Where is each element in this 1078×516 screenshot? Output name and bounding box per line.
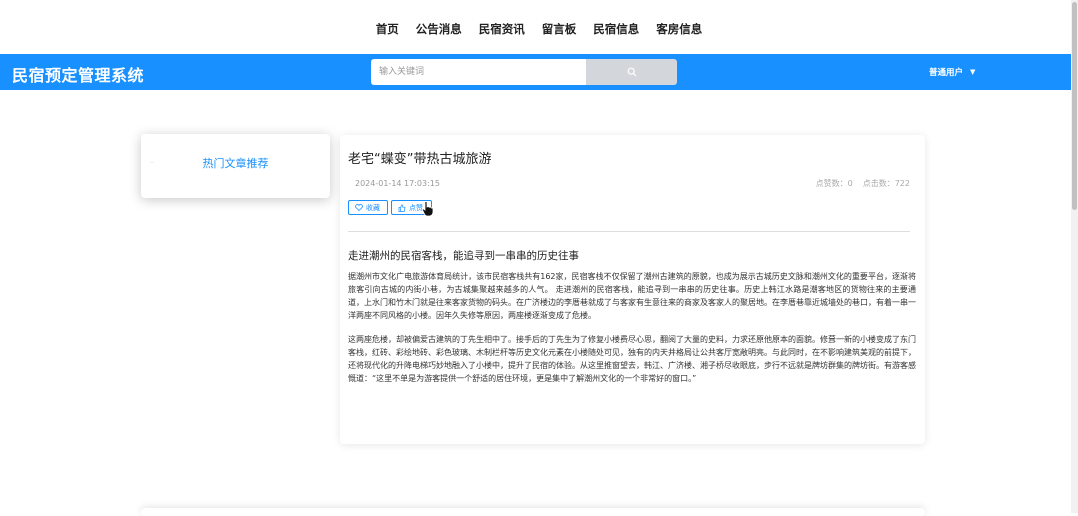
scrollbar-thumb[interactable] [1072, 2, 1077, 210]
site-title: 民宿预定管理系统 [12, 66, 145, 85]
click-count: 点击数：722 [862, 179, 910, 188]
thumbs-up-icon [398, 203, 406, 212]
search-input[interactable]: 输入关键词 [371, 59, 586, 85]
user-label: 普通用户 [929, 68, 964, 78]
chevron-down-icon: ▼ [970, 68, 976, 76]
nav-item-home[interactable]: 首页 [376, 18, 399, 37]
user-menu[interactable]: 普通用户 ▼ [929, 66, 975, 78]
nav-item-announcements[interactable]: 公告消息 [416, 18, 462, 37]
favorite-button[interactable]: 收藏 [348, 200, 388, 215]
header-bar: 民宿预定管理系统 输入关键词 普通用户 ▼ [0, 54, 1071, 90]
article-paragraph: 这两座危楼，却被偏爱古建筑的丁先生相中了。接手后的丁先生为了修复小楼费尽心思，翻… [348, 335, 916, 383]
like-label: 点赞 [409, 203, 423, 212]
nav-item-news[interactable]: 民宿资讯 [479, 18, 525, 37]
favorite-label: 收藏 [366, 203, 380, 212]
hot-articles-title[interactable]: 热门文章推荐 [141, 155, 330, 171]
divider [348, 231, 910, 232]
like-count: 点赞数：0 [815, 179, 853, 188]
next-section-card [141, 508, 925, 516]
search-button[interactable] [586, 59, 677, 85]
article-title: 老宅“蝶变”带热古城旅游 [348, 152, 492, 167]
hot-articles-card: 热门文章推荐 [141, 134, 330, 198]
article-stats: 点赞数：0 点击数：722 [816, 178, 910, 189]
mouse-cursor-icon [422, 201, 434, 217]
search-icon [627, 67, 636, 77]
article-paragraph: 据潮州市文化广电旅游体育局统计，该市民宿客栈共有162家，民宿客栈不仅保留了潮州… [348, 272, 916, 320]
article-date: 2024-01-14 17:03:15 [355, 179, 440, 188]
nav-item-messages[interactable]: 留言板 [542, 18, 577, 37]
top-nav: 首页 公告消息 民宿资讯 留言板 民宿信息 客房信息 [0, 0, 1078, 55]
nav-item-homestay-info[interactable]: 民宿信息 [593, 18, 639, 37]
article-card: 老宅“蝶变”带热古城旅游 2024-01-14 17:03:15 点赞数：0 点… [340, 135, 925, 444]
article-subtitle: 走进潮州的民宿客栈，能追寻到一串串的历史往事 [348, 250, 579, 262]
heart-icon [355, 204, 363, 211]
nav-item-room-info[interactable]: 客房信息 [656, 18, 702, 37]
